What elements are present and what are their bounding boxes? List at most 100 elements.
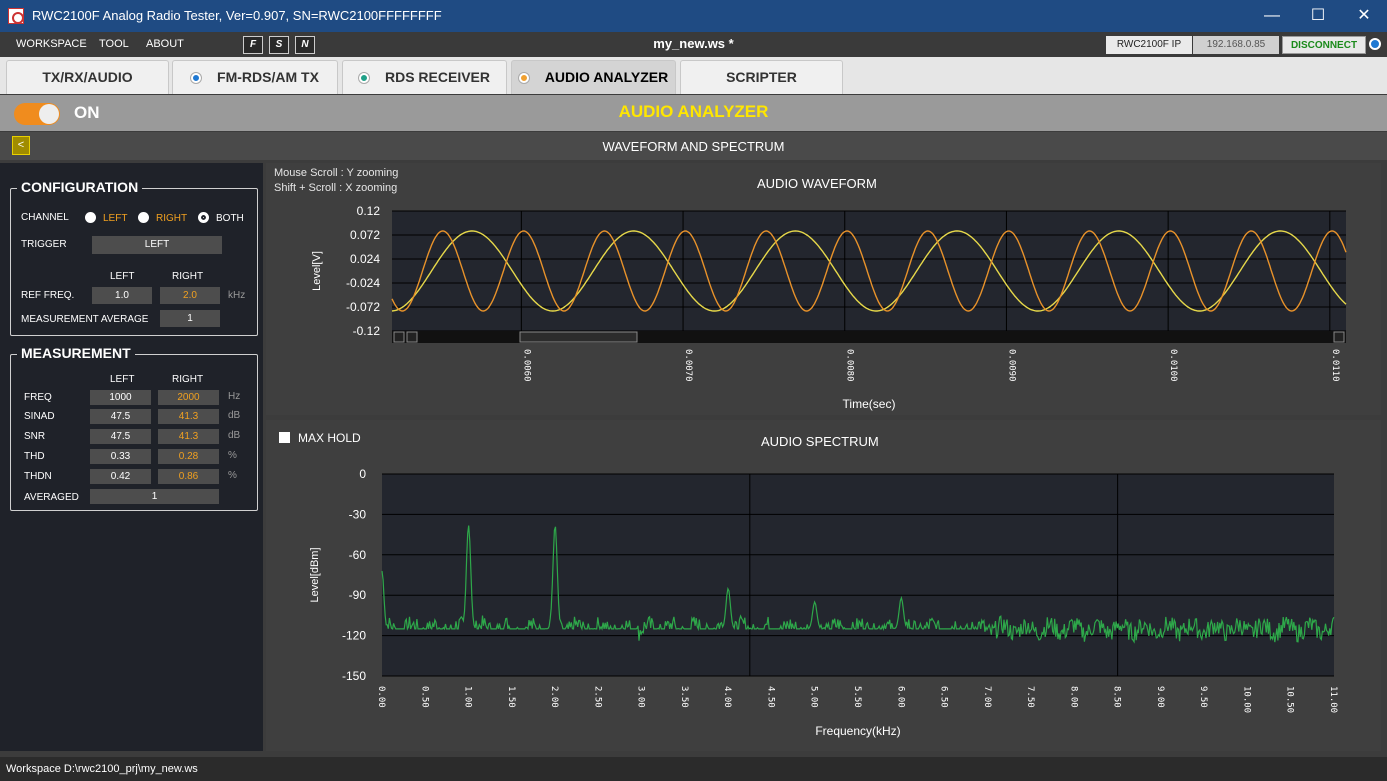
waveform-y-tick-label: -0.072 xyxy=(346,300,380,314)
spectrum-y-tick-label: -90 xyxy=(349,588,367,602)
tab-rds-receiver[interactable]: RDS RECEIVER xyxy=(342,60,507,94)
maximize-button[interactable]: ☐ xyxy=(1295,0,1341,32)
sinad-unit: dB xyxy=(228,410,241,421)
channel-label: CHANNEL xyxy=(21,212,69,223)
waveform-y-tick-label: 0.072 xyxy=(350,228,380,242)
ref-freq-unit: kHz xyxy=(228,290,246,301)
waveform-x-tick-label: 0.0080 xyxy=(845,349,855,382)
spectrum-x-tick-label: 0.00 xyxy=(376,686,386,708)
freq-left-value: 1000 xyxy=(90,390,151,405)
waveform-y-tick-label: 0.024 xyxy=(350,252,380,266)
status-dot-icon xyxy=(518,73,529,83)
spectrum-x-tick-label: 2.50 xyxy=(592,686,602,708)
spectrum-plot-area xyxy=(382,474,1334,676)
close-button[interactable]: ✕ xyxy=(1341,0,1387,32)
tab-audio-analyzer[interactable]: AUDIO ANALYZER xyxy=(511,60,676,94)
waveform-y-tick-label: -0.12 xyxy=(353,324,381,338)
menu-tool[interactable]: TOOL xyxy=(99,38,129,50)
spectrum-y-tick-label: -120 xyxy=(342,629,366,643)
waveform-x-tick-label: 0.0110 xyxy=(1330,349,1340,382)
spectrum-x-tick-label: 11.00 xyxy=(1328,686,1338,713)
spectrum-x-axis-label: Frequency(kHz) xyxy=(815,724,900,738)
spectrum-chart[interactable]: 0 -30 -60 -90 -120 -150 0.00 0.50 1.00 1.50 2.00 2.… xyxy=(266,420,1381,751)
thdn-left-value: 0.42 xyxy=(90,469,151,484)
freq-right-value: 2000 xyxy=(158,390,219,405)
spectrum-x-tick-label: 1.50 xyxy=(506,686,516,708)
spectrum-x-tick-label: 8.50 xyxy=(1112,686,1122,708)
config-left-header: LEFT xyxy=(110,271,135,282)
menu-about[interactable]: ABOUT xyxy=(146,38,184,50)
waveform-y-tick-label: 0.12 xyxy=(357,204,381,218)
ref-freq-left-input[interactable]: 1.0 xyxy=(92,287,152,304)
ip-address-field[interactable]: 192.168.0.85 xyxy=(1193,36,1279,54)
tab-scripter[interactable]: SCRIPTER xyxy=(680,60,843,94)
tab-label: RDS RECEIVER xyxy=(384,69,491,85)
spectrum-y-tick-label: -30 xyxy=(349,507,367,521)
tab-fm-rds-am-tx[interactable]: FM-RDS/AM TX xyxy=(172,60,338,94)
spectrum-x-tick-label: 5.00 xyxy=(809,686,819,708)
averaged-value: 1 xyxy=(90,489,219,504)
waveform-scroll-left-icon xyxy=(393,331,405,343)
tab-label: AUDIO ANALYZER xyxy=(544,69,669,85)
snr-right-value: 41.3 xyxy=(158,429,219,444)
spectrum-x-tick-label: 6.50 xyxy=(939,686,949,708)
sinad-label: SINAD xyxy=(24,411,55,422)
section-header: < WAVEFORM AND SPECTRUM xyxy=(0,132,1387,160)
menu-bar: my_new.ws * WORKSPACE TOOL ABOUT F S N R… xyxy=(0,32,1387,57)
menu-workspace[interactable]: WORKSPACE xyxy=(16,38,87,50)
spectrum-x-tick-label: 3.00 xyxy=(636,686,646,708)
channel-right-radio[interactable] xyxy=(138,212,149,223)
spectrum-x-tick-label: 7.00 xyxy=(982,686,992,708)
status-bar: Workspace D:\rwc2100_prj\my_new.ws xyxy=(0,757,1387,781)
status-dot-icon xyxy=(191,73,202,83)
spectrum-x-tick-label: 2.00 xyxy=(549,686,559,708)
ref-freq-label: REF FREQ. xyxy=(21,290,75,301)
window-title: RWC2100F Analog Radio Tester, Ver=0.907,… xyxy=(32,8,442,23)
waveform-y-axis-label: Level[V] xyxy=(311,251,323,291)
measurement-average-input[interactable]: 1 xyxy=(160,310,220,327)
ref-freq-right-input[interactable]: 2.0 xyxy=(160,287,220,304)
thdn-label: THDN xyxy=(24,471,52,482)
measurement-left-header: LEFT xyxy=(110,374,135,385)
spectrum-x-tick-label: 4.50 xyxy=(765,686,775,708)
trigger-select[interactable]: LEFT xyxy=(92,236,222,254)
file-toolbar-icon[interactable]: F xyxy=(243,36,263,54)
thd-right-value: 0.28 xyxy=(158,449,219,464)
channel-both-radio[interactable] xyxy=(198,212,209,223)
minimize-button[interactable]: — xyxy=(1249,0,1295,32)
spectrum-x-tick-label: 6.00 xyxy=(895,686,905,708)
page-title: AUDIO ANALYZER xyxy=(618,102,769,121)
title-bar: RWC2100F Analog Radio Tester, Ver=0.907,… xyxy=(0,0,1387,32)
thd-label: THD xyxy=(24,451,45,462)
snr-label: SNR xyxy=(24,431,46,442)
channel-left-radio[interactable] xyxy=(85,212,96,223)
waveform-scroll-end-icon xyxy=(1333,331,1345,343)
channel-right-label: RIGHT xyxy=(156,213,188,224)
save-toolbar-icon[interactable]: S xyxy=(269,36,289,54)
disconnect-button[interactable]: DISCONNECT xyxy=(1282,36,1366,54)
trigger-label: TRIGGER xyxy=(21,239,67,250)
section-title: WAVEFORM AND SPECTRUM xyxy=(602,139,785,154)
waveform-scrollbar-thumb xyxy=(519,331,638,343)
spectrum-x-tick-label: 8.00 xyxy=(1068,686,1078,708)
new-toolbar-icon[interactable]: N xyxy=(295,36,315,54)
sinad-right-value: 41.3 xyxy=(158,409,219,424)
waveform-x-tick-label: 0.0070 xyxy=(683,349,693,382)
ip-label: RWC2100F IP xyxy=(1106,36,1192,54)
tab-tx-rx-audio[interactable]: TX/RX/AUDIO xyxy=(6,60,169,94)
spectrum-x-tick-label: 5.50 xyxy=(852,686,862,708)
app-window: RWC2100F Analog Radio Tester, Ver=0.907,… xyxy=(0,0,1387,781)
tab-label: SCRIPTER xyxy=(726,69,797,85)
waveform-panel: Mouse Scroll : Y zooming Shift + Scroll … xyxy=(266,163,1381,415)
measurement-right-header: RIGHT xyxy=(172,374,204,385)
measurement-average-label: MEASUREMENT AVERAGE xyxy=(21,314,149,325)
spectrum-y-tick-label: 0 xyxy=(359,467,366,481)
waveform-chart[interactable]: 0.12 0.072 0.024 -0.024 -0.072 -0.12 0.0060 0.0… xyxy=(266,163,1381,415)
spectrum-y-tick-label: -150 xyxy=(342,669,366,683)
tab-bar: TX/RX/AUDIO FM-RDS/AM TX RDS RECEIVER AU… xyxy=(0,57,1387,94)
configuration-title: CONFIGURATION xyxy=(17,179,143,195)
channel-left-label: LEFT xyxy=(103,213,128,224)
spectrum-x-tick-label: 9.50 xyxy=(1198,686,1208,708)
waveform-x-tick-label: 0.0100 xyxy=(1168,349,1178,382)
status-dot-icon xyxy=(358,73,369,83)
